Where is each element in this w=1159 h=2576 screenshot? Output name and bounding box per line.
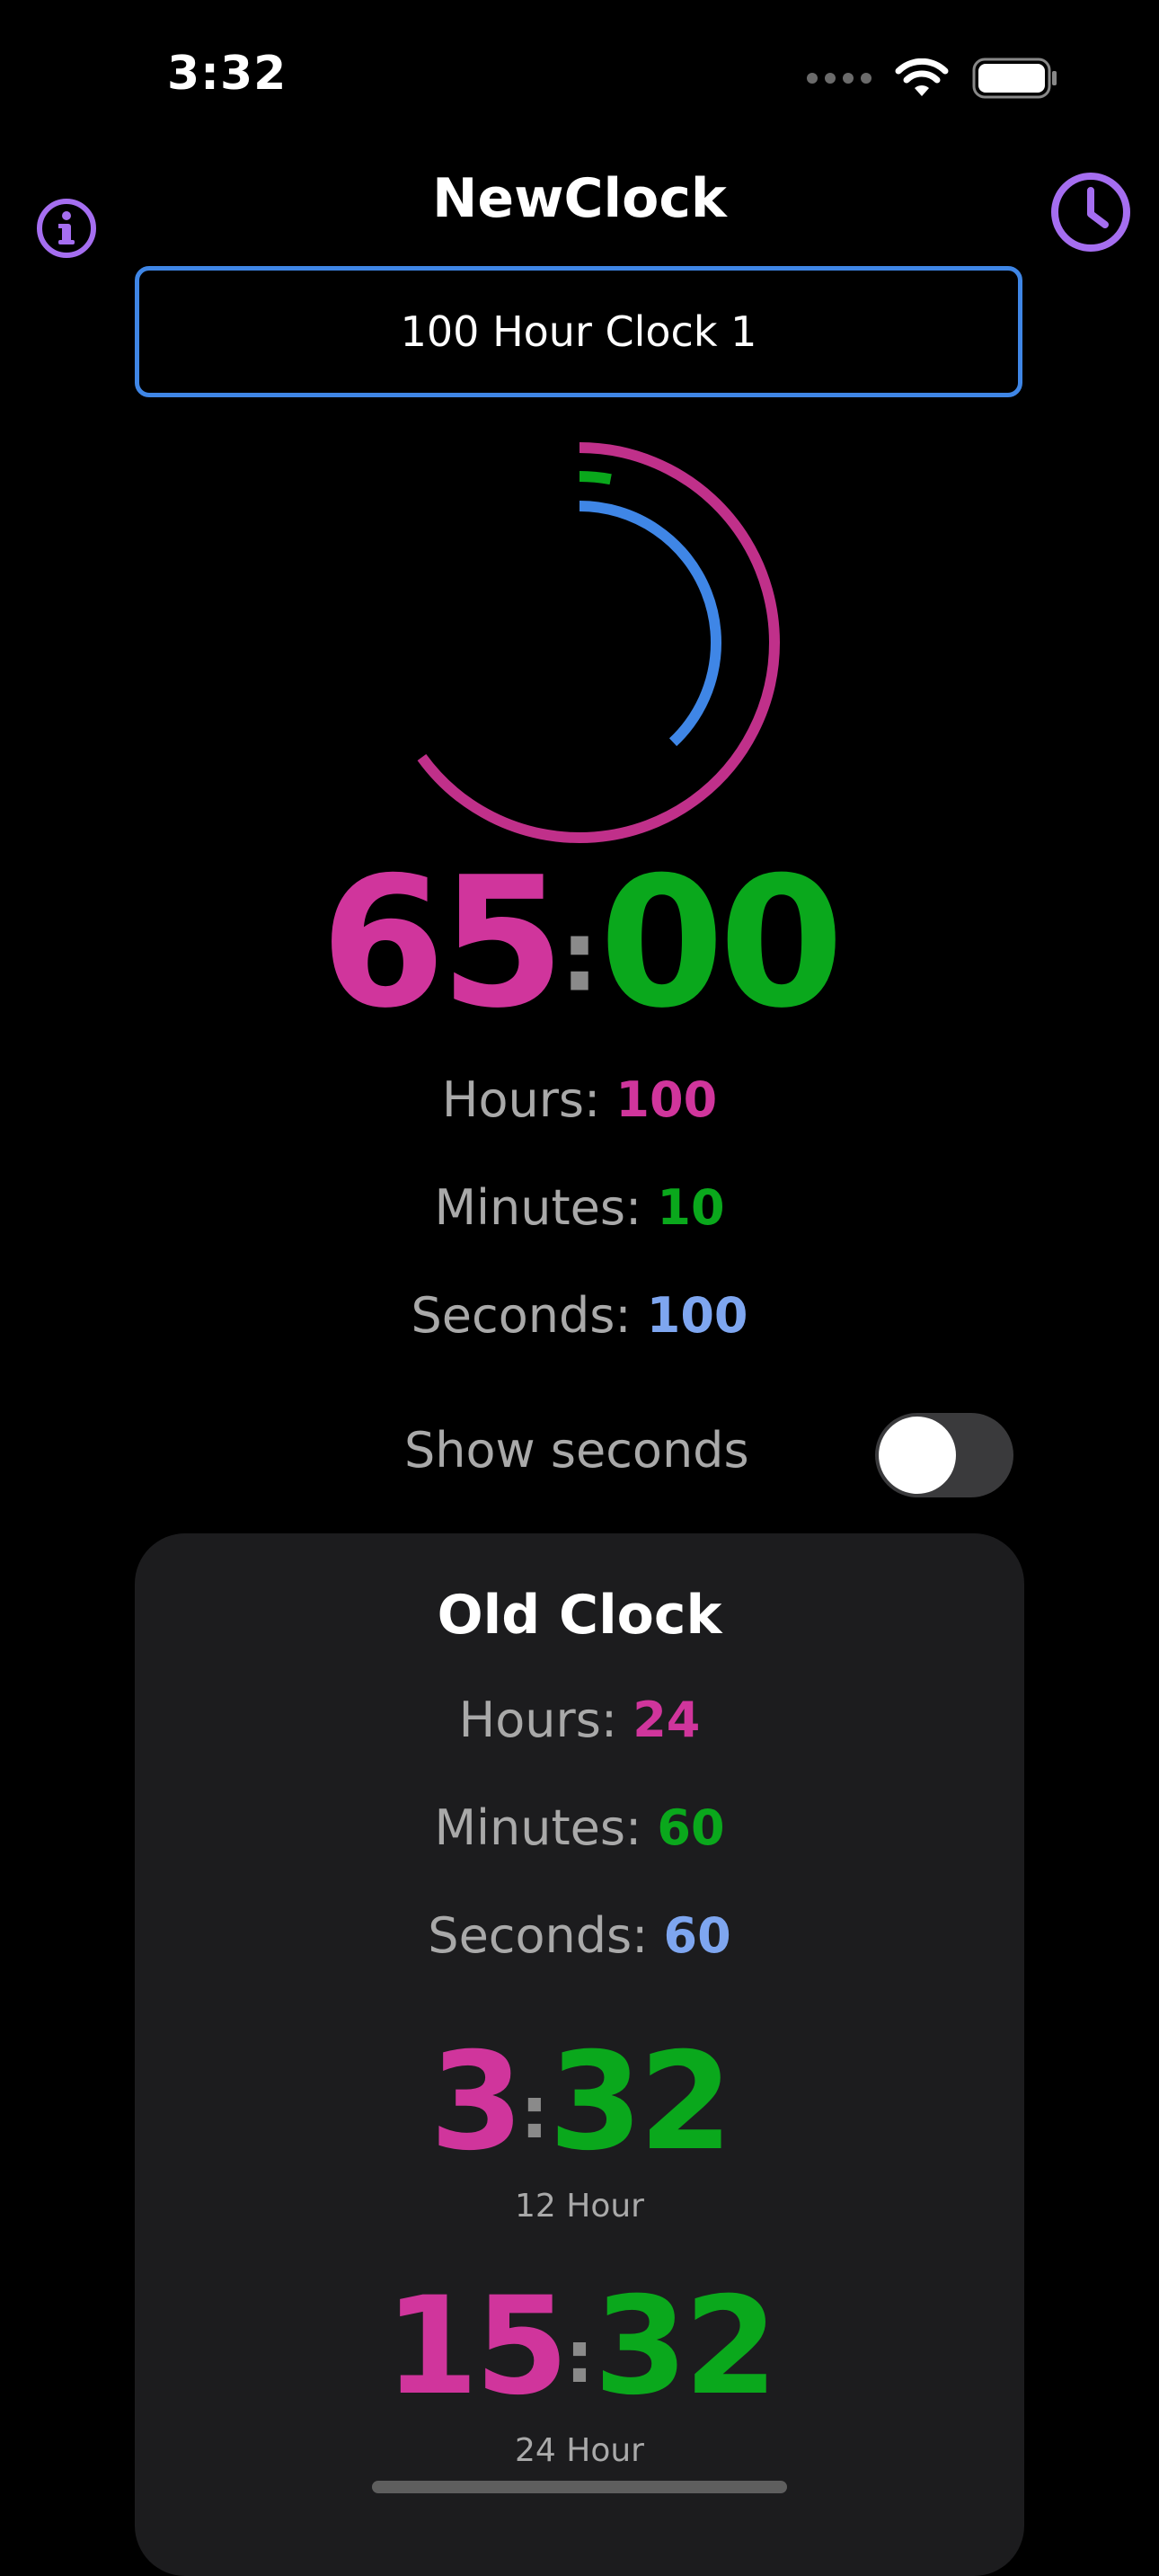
battery-icon	[972, 58, 1057, 99]
old-hours-row: Hours: 24	[0, 1692, 1159, 1748]
new-clock-time: 65:00	[0, 854, 1159, 1034]
old-clock-title: Old Clock	[437, 1584, 722, 1647]
info-icon[interactable]	[36, 198, 97, 259]
progress-rings	[417, 442, 780, 843]
toggle-knob	[879, 1417, 956, 1494]
twentyfour-hour-caption: 24 Hour	[515, 2432, 644, 2469]
cellular-signal-icon	[807, 73, 871, 84]
old-seconds-label: Seconds:	[428, 1907, 649, 1964]
time-separator: :	[519, 2071, 549, 2154]
seconds-row: Seconds: 100	[0, 1287, 1159, 1344]
time-separator: :	[565, 2315, 594, 2399]
minutes-count: 10	[657, 1179, 725, 1236]
twentyfour-hour-minutes: 32	[594, 2269, 778, 2425]
old-hours-count: 24	[633, 1692, 701, 1748]
old-seconds-count: 60	[663, 1907, 731, 1964]
time-separator: :	[560, 898, 599, 1014]
status-time: 3:32	[167, 47, 288, 101]
app-title: NewClock	[432, 167, 727, 230]
hours-row: Hours: 100	[0, 1071, 1159, 1128]
minutes-label: Minutes:	[434, 1179, 642, 1236]
old-minutes-label: Minutes:	[434, 1799, 642, 1856]
old-minutes-row: Minutes: 60	[0, 1799, 1159, 1856]
show-seconds-label: Show seconds	[404, 1422, 749, 1479]
twelve-hour-time: 3:32	[0, 2035, 1159, 2170]
wifi-icon	[895, 58, 949, 96]
minutes-ring	[579, 471, 612, 485]
seconds-label: Seconds:	[411, 1287, 632, 1344]
clock-icon[interactable]	[1049, 171, 1132, 253]
hours-label: Hours:	[441, 1071, 601, 1128]
new-clock-minutes: 00	[599, 839, 844, 1048]
clock-selector-value: 100 Hour Clock 1	[400, 307, 757, 356]
status-icons	[807, 58, 1058, 99]
clock-selector[interactable]: 100 Hour Clock 1	[135, 266, 1022, 397]
twelve-hour-caption: 12 Hour	[515, 2188, 644, 2225]
old-hours-label: Hours:	[458, 1692, 618, 1748]
hours-count: 100	[615, 1071, 718, 1128]
new-clock-hours: 65	[320, 839, 565, 1048]
old-seconds-row: Seconds: 60	[0, 1907, 1159, 1964]
twentyfour-hour-time: 15:32	[0, 2279, 1159, 2414]
twelve-hour-hours: 3	[429, 2024, 523, 2181]
minutes-row: Minutes: 10	[0, 1179, 1159, 1236]
twelve-hour-minutes: 32	[548, 2024, 733, 2181]
old-minutes-count: 60	[657, 1799, 725, 1856]
seconds-ring	[579, 501, 721, 747]
twentyfour-hour-hours: 15	[385, 2269, 569, 2425]
seconds-count: 100	[646, 1287, 748, 1344]
show-seconds-toggle[interactable]	[875, 1413, 1013, 1497]
home-indicator[interactable]	[372, 2481, 787, 2493]
